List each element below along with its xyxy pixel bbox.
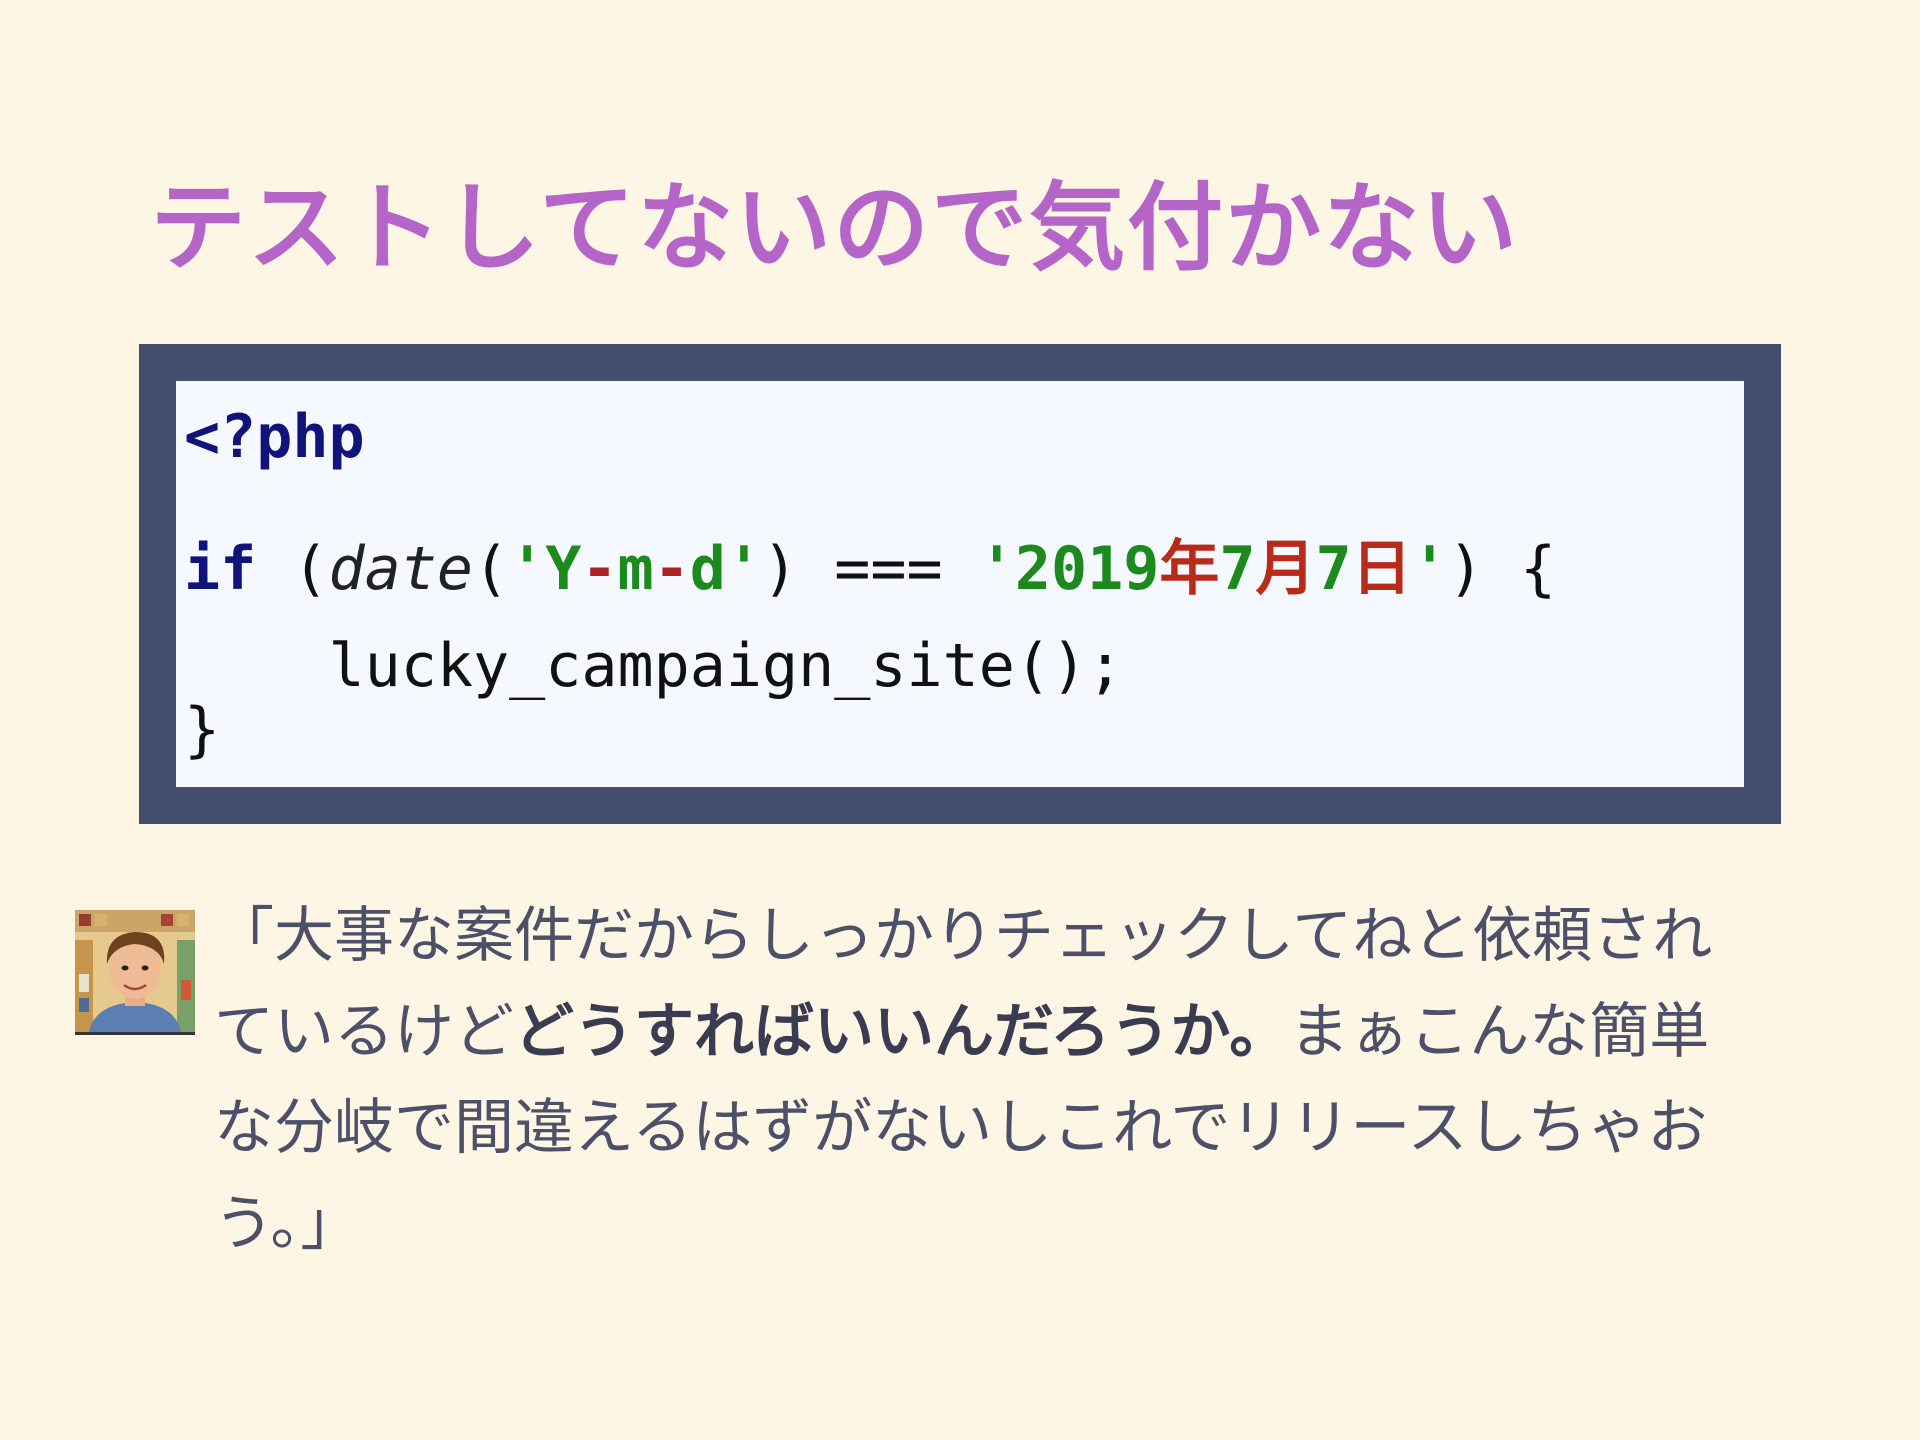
string-7-day: 7: [1315, 534, 1352, 604]
code-frame: <?php if (date('Y-m-d') === '2019年7月7日')…: [139, 344, 1781, 824]
code-line-1: <?php: [184, 401, 365, 473]
string-dash-2: -: [653, 534, 690, 604]
function-date: date: [328, 534, 474, 604]
code-line-call: lucky_campaign_site();: [184, 630, 1123, 702]
string-dash-1: -: [581, 534, 618, 604]
string-month-char: 月: [1255, 534, 1316, 604]
code-line-if: if (date('Y-m-d') === '2019年7月7日') {: [184, 533, 1556, 605]
quote-text: 「大事な案件だからしっかりチェックしてねと依頼されているけどどうすればいいんだろ…: [214, 888, 1754, 1272]
code-tail: ) {: [1447, 534, 1557, 604]
code-compare: ) ===: [762, 534, 979, 604]
avatar: [75, 910, 195, 1035]
string-close-quote: ': [1411, 534, 1448, 604]
function-call: lucky_campaign_site();: [184, 631, 1124, 701]
code-paren: (: [473, 534, 510, 604]
code-paren-open: (: [256, 534, 329, 604]
code-block: <?php if (date('Y-m-d') === '2019年7月7日')…: [176, 381, 1744, 787]
close-brace: }: [184, 695, 221, 765]
avatar-photo-icon: [75, 910, 195, 1032]
string-7-month: 7: [1219, 534, 1256, 604]
php-open-tag: <?php: [184, 402, 365, 472]
slide-title: テストしてないので気付かない: [150, 172, 1520, 284]
string-m: m: [617, 534, 654, 604]
quote-emphasis: どうすればいいんだろうか。: [514, 997, 1290, 1067]
string-y: 'Y: [509, 534, 582, 604]
string-d: d': [689, 534, 762, 604]
string-year-char: 年: [1159, 534, 1220, 604]
keyword-if: if: [184, 534, 257, 604]
string-2019: '2019: [978, 534, 1160, 604]
code-line-close: }: [184, 694, 220, 766]
string-day-char: 日: [1351, 534, 1412, 604]
